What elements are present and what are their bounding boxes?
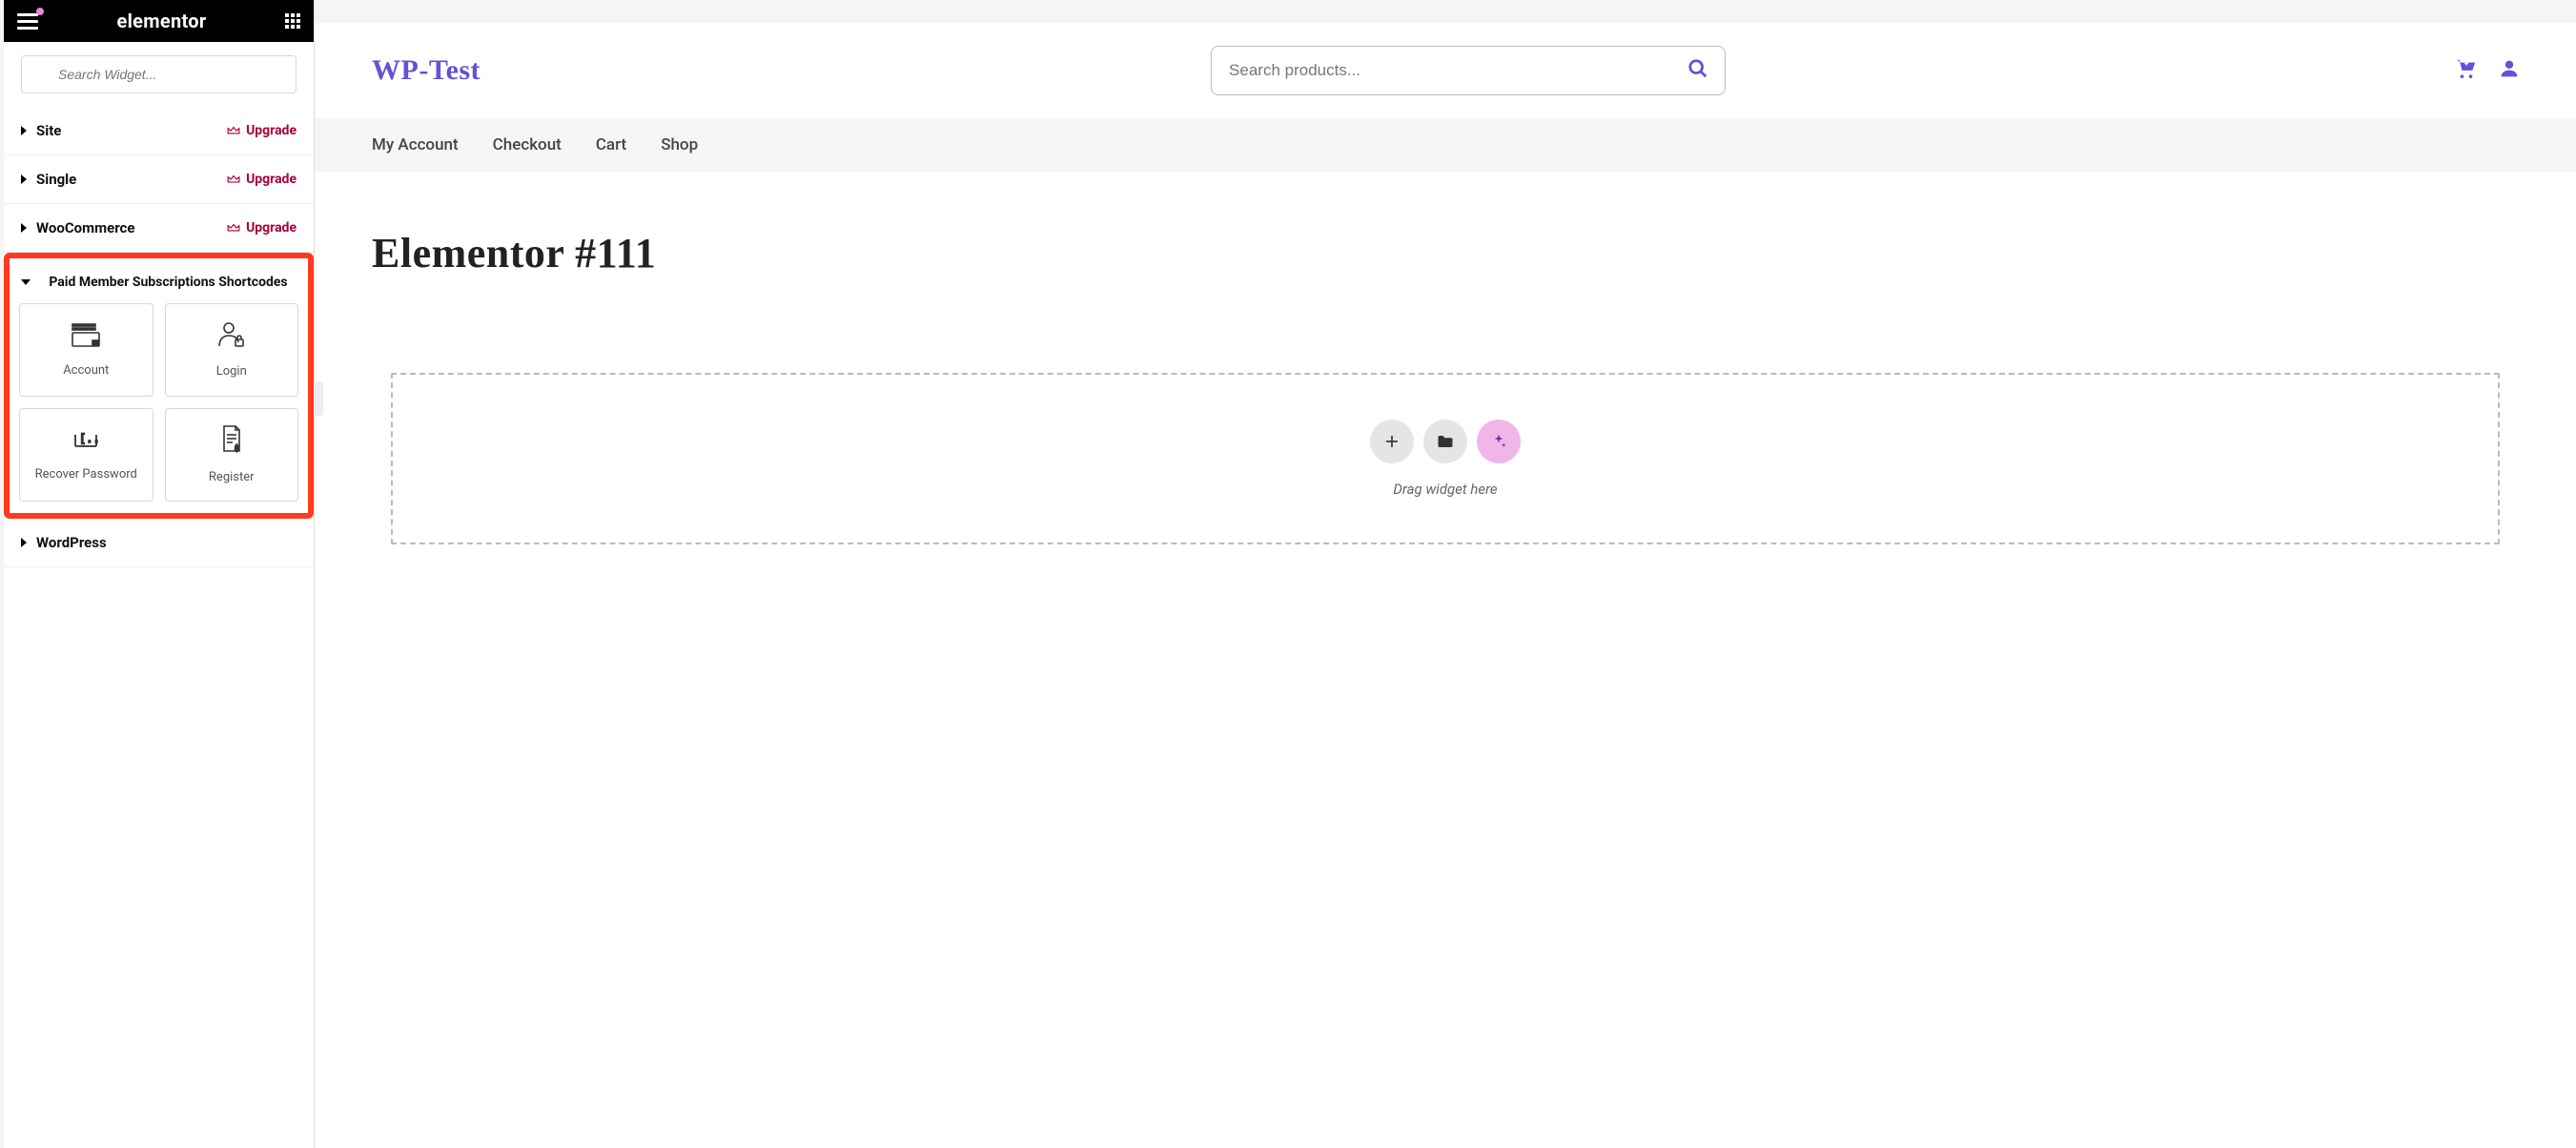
chevron-right-icon [21,223,27,233]
upgrade-link[interactable]: Upgrade [227,220,296,236]
account-icon [70,321,102,352]
widget-recover-password[interactable]: [...] Recover Password [19,408,153,502]
product-search [1211,46,1726,95]
widget-label: Login [216,364,247,379]
menu-button[interactable] [17,13,38,30]
widget-label: Recover Password [35,467,137,482]
crown-icon [227,222,240,234]
crown-icon [227,125,240,136]
site-brand[interactable]: WP-Test [372,54,480,87]
category-wordpress[interactable]: WordPress [4,519,314,567]
top-strip [315,0,2576,23]
page-canvas: WP-Test My Account Checkout Cart Shop El… [315,0,2576,1148]
widget-register[interactable]: $ Register [165,408,299,502]
header-actions [2456,59,2519,82]
search-widget-input[interactable] [21,55,296,93]
category-label: WordPress [36,534,107,551]
apps-grid-button[interactable] [285,13,300,29]
pms-widget-grid: Account Login [...] Recover Password $ R… [19,303,298,502]
category-label: WooCommerce [36,219,134,236]
sidebar-collapse-handle[interactable] [314,381,323,416]
upgrade-link[interactable]: Upgrade [227,172,296,187]
recover-password-icon: [...] [72,427,100,456]
dropzone-buttons [1370,420,1521,463]
upgrade-label: Upgrade [246,172,296,187]
template-library-button[interactable] [1423,420,1467,463]
chevron-right-icon [21,174,27,184]
ai-button[interactable] [1477,420,1521,463]
login-icon [216,320,247,353]
pms-category-header[interactable]: Paid Member Subscriptions Shortcodes [19,268,298,303]
svg-text:$: $ [235,444,239,453]
nav-my-account[interactable]: My Account [372,135,459,154]
chevron-right-icon [21,126,27,135]
elementor-sidebar: elementor Site Upgrade Single [4,0,315,1148]
pms-title: Paid Member Subscriptions Shortcodes [40,274,296,292]
category-woocommerce[interactable]: WooCommerce Upgrade [4,204,314,253]
crown-icon [227,174,240,185]
chevron-down-icon [21,279,31,285]
chevron-right-icon [21,538,27,547]
site-header: WP-Test [315,23,2576,118]
widget-label: Register [209,470,255,484]
category-label: Single [36,171,76,188]
pms-shortcodes-section: Paid Member Subscriptions Shortcodes Acc… [4,253,314,519]
widget-login[interactable]: Login [165,303,299,397]
nav-checkout[interactable]: Checkout [493,135,562,154]
product-search-input[interactable] [1211,46,1726,95]
svg-text:[...]: [...] [79,432,100,445]
elementor-logo: elementor [116,10,206,32]
upgrade-label: Upgrade [246,220,296,236]
search-icon[interactable] [1687,58,1708,83]
category-label: Site [36,122,61,139]
sparkle-icon [1490,433,1507,450]
upgrade-link[interactable]: Upgrade [227,123,296,138]
register-icon: $ [218,424,245,459]
dropzone-hint: Drag widget here [1393,481,1497,498]
widget-dropzone[interactable]: Drag widget here [391,373,2500,544]
cart-icon[interactable] [2456,59,2477,82]
nav-shop[interactable]: Shop [661,135,698,154]
widget-account[interactable]: Account [19,303,153,397]
sidebar-header: elementor [4,0,314,42]
folder-icon [1437,434,1454,449]
plus-icon [1384,434,1400,449]
page-content: Elementor #111 Drag widget here [315,172,2576,1148]
widget-label: Account [63,363,109,378]
search-widget-wrap [4,42,314,107]
page-title: Elementor #111 [372,229,2519,277]
nav-cart[interactable]: Cart [596,135,626,154]
user-icon[interactable] [2500,59,2519,82]
main-nav: My Account Checkout Cart Shop [315,118,2576,172]
category-single[interactable]: Single Upgrade [4,155,314,204]
add-widget-button[interactable] [1370,420,1414,463]
upgrade-label: Upgrade [246,123,296,138]
category-site[interactable]: Site Upgrade [4,107,314,155]
notification-dot-icon [36,8,44,15]
